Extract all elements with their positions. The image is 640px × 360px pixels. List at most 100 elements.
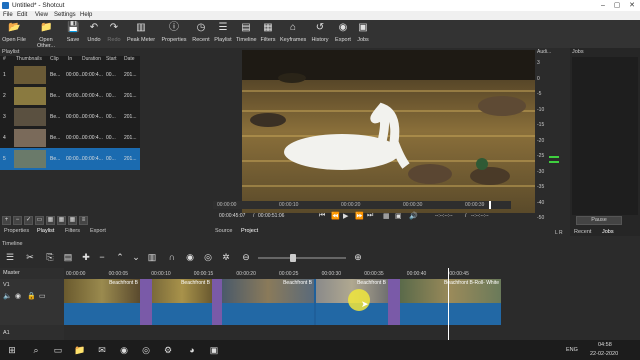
volume-icon[interactable]: 🔊 <box>409 212 418 220</box>
tab-properties[interactable]: Properties <box>4 228 29 234</box>
minimize-button[interactable]: – <box>598 1 608 10</box>
menu-help[interactable]: Help <box>80 12 92 18</box>
tab-filters[interactable]: Filters <box>65 228 80 234</box>
filters-button[interactable]: ▦ Filters <box>258 22 278 43</box>
scrub-icon[interactable]: ◉ <box>184 251 196 263</box>
skip-next-icon[interactable]: ⏭ <box>367 212 373 220</box>
menu-file[interactable]: File <box>3 12 13 18</box>
media-icon[interactable]: ◎ <box>140 344 152 356</box>
tab-project[interactable]: Project <box>241 228 258 234</box>
rewind-icon[interactable]: ⏪ <box>331 212 340 220</box>
zoom-in-icon[interactable]: ⊕ <box>352 251 364 263</box>
ripple-delete-icon[interactable]: − <box>96 251 108 263</box>
column-header[interactable]: # <box>3 56 6 64</box>
table-row[interactable]: 3 Be... 00:00... 00:00:4... 00... 201... <box>0 106 140 128</box>
close-button[interactable]: ✕ <box>627 1 637 10</box>
mute-icon[interactable]: 🔈 <box>3 292 12 300</box>
column-header[interactable]: In <box>68 56 72 64</box>
update-icon[interactable]: ✓ <box>24 216 33 225</box>
fast-forward-icon[interactable]: ⏩ <box>355 212 364 220</box>
snap-icon[interactable]: ∩ <box>166 251 178 263</box>
menu-edit[interactable]: Edit <box>17 12 27 18</box>
table-row[interactable]: 4 Be... 00:00... 00:00:4... 00... 201... <box>0 127 140 149</box>
clock-date[interactable]: 22-02-2020 <box>590 351 618 357</box>
clear-icon[interactable]: ▭ <box>35 216 44 225</box>
icons-view-icon[interactable]: ▦ <box>68 216 77 225</box>
maximize-button[interactable]: ▢ <box>612 1 622 10</box>
keyframes-button[interactable]: ⌂ Keyframes <box>280 22 306 43</box>
tab-recent[interactable]: Recent <box>574 229 591 235</box>
lock-icon[interactable]: 🔒 <box>27 292 36 300</box>
chrome-icon[interactable]: ◕ <box>186 344 198 356</box>
column-header[interactable]: Start <box>106 56 117 64</box>
properties-button[interactable]: ⓘ Properties <box>160 22 188 43</box>
video-viewer[interactable] <box>242 50 535 213</box>
skip-previous-icon[interactable]: ⏮ <box>319 212 325 220</box>
task-view-icon[interactable]: ▭ <box>52 344 64 356</box>
settings-icon[interactable]: ⚙ <box>162 344 174 356</box>
tab-jobs[interactable]: Jobs <box>602 229 614 235</box>
ripple-icon[interactable]: ◎ <box>202 251 214 263</box>
column-header[interactable]: Thumbnails <box>16 56 42 64</box>
add-icon[interactable]: + <box>2 216 11 225</box>
clip-5[interactable]: Beachfront B-Roll- White <box>400 279 501 325</box>
ripple-all-icon[interactable]: ✲ <box>220 251 232 263</box>
zoom-handle[interactable] <box>290 254 296 262</box>
column-header[interactable]: Date <box>124 56 135 64</box>
playlist-table[interactable]: # Thumbnails Clip In Duration Start Date 1 Be...… <box>0 56 140 170</box>
save-button[interactable]: 💾 Save <box>66 22 80 43</box>
table-row[interactable]: 1 Be... 00:00... 00:00:4... 00... 201... <box>0 64 140 86</box>
tab-source[interactable]: Source <box>215 228 232 234</box>
timeline-ruler[interactable]: 00:00:00 00:00:05 00:00:10 00:00:15 00:00:20… <box>64 268 640 278</box>
transition-3[interactable] <box>388 279 400 325</box>
start-icon[interactable]: ⊞ <box>6 344 18 356</box>
menu-view[interactable]: View <box>35 12 48 18</box>
tiles-view-icon[interactable]: ▦ <box>57 216 66 225</box>
timeline-playhead[interactable] <box>448 268 449 340</box>
clip-1[interactable]: Beachfront B <box>64 279 140 325</box>
shotcut-taskbar-icon[interactable]: ▣ <box>208 344 220 356</box>
viewer-playhead[interactable] <box>489 201 491 209</box>
position-timecode[interactable]: 00:00:45:07 <box>219 213 245 219</box>
overwrite-icon[interactable]: ⌄ <box>130 251 142 263</box>
zoom-slider[interactable] <box>258 257 346 259</box>
jobs-button[interactable]: ▣ Jobs <box>356 22 370 43</box>
viewer-ruler[interactable]: 00:00:00 00:00:10 00:00:20 00:00:30 00:00:39 <box>213 201 511 209</box>
open-other-button[interactable]: 📁 Open Other... <box>30 22 62 49</box>
copy-icon[interactable]: ⎘ <box>44 251 56 263</box>
transition-1[interactable] <box>140 279 152 325</box>
split-icon[interactable]: ▥ <box>146 251 158 263</box>
play-icon[interactable]: ▶ <box>343 212 348 220</box>
recent-button[interactable]: ◷ Recent <box>192 22 210 43</box>
pause-button[interactable]: Pause <box>576 216 622 225</box>
transition-2[interactable] <box>212 279 222 325</box>
zoom-out-icon[interactable]: ⊖ <box>240 251 252 263</box>
mail-icon[interactable]: ✉ <box>96 344 108 356</box>
zoom-icon[interactable]: ▣ <box>395 212 402 220</box>
redo-button[interactable]: ↷ Redo <box>106 22 122 43</box>
store-icon[interactable]: ◉ <box>118 344 130 356</box>
search-icon[interactable]: ⌕ <box>30 344 42 356</box>
grid-icon[interactable]: ▦ <box>383 212 390 220</box>
tab-export[interactable]: Export <box>90 228 106 234</box>
file-explorer-icon[interactable]: 📁 <box>74 344 86 356</box>
remove-icon[interactable]: − <box>13 216 22 225</box>
clock-time[interactable]: 04:58 <box>598 342 612 348</box>
timeline-button[interactable]: ▤ Timeline <box>236 22 257 43</box>
history-button[interactable]: ↺ History <box>310 22 330 43</box>
details-view-icon[interactable]: ▦ <box>46 216 55 225</box>
append-icon[interactable]: ✚ <box>80 251 92 263</box>
undo-button[interactable]: ↶ Undo <box>86 22 102 43</box>
paste-icon[interactable]: ▤ <box>62 251 74 263</box>
export-button[interactable]: ◉ Export <box>334 22 352 43</box>
table-row[interactable]: 2 Be... 00:00... 00:00:4... 00... 201... <box>0 85 140 107</box>
lift-icon[interactable]: ⌃ <box>114 251 126 263</box>
tab-playlist[interactable]: Playlist <box>37 228 54 234</box>
language-indicator[interactable]: ENG <box>566 347 578 353</box>
clip-2[interactable]: Beachfront B <box>152 279 212 325</box>
peak-meter-button[interactable]: ▥ Peak Meter <box>126 22 156 43</box>
track-v1-content[interactable]: Beachfront B Beachfront B Beachfront B B… <box>64 279 501 325</box>
open-file-button[interactable]: 📂 Open File <box>2 22 26 43</box>
menu-icon[interactable]: ≡ <box>79 216 88 225</box>
cut-icon[interactable]: ✂ <box>24 251 36 263</box>
